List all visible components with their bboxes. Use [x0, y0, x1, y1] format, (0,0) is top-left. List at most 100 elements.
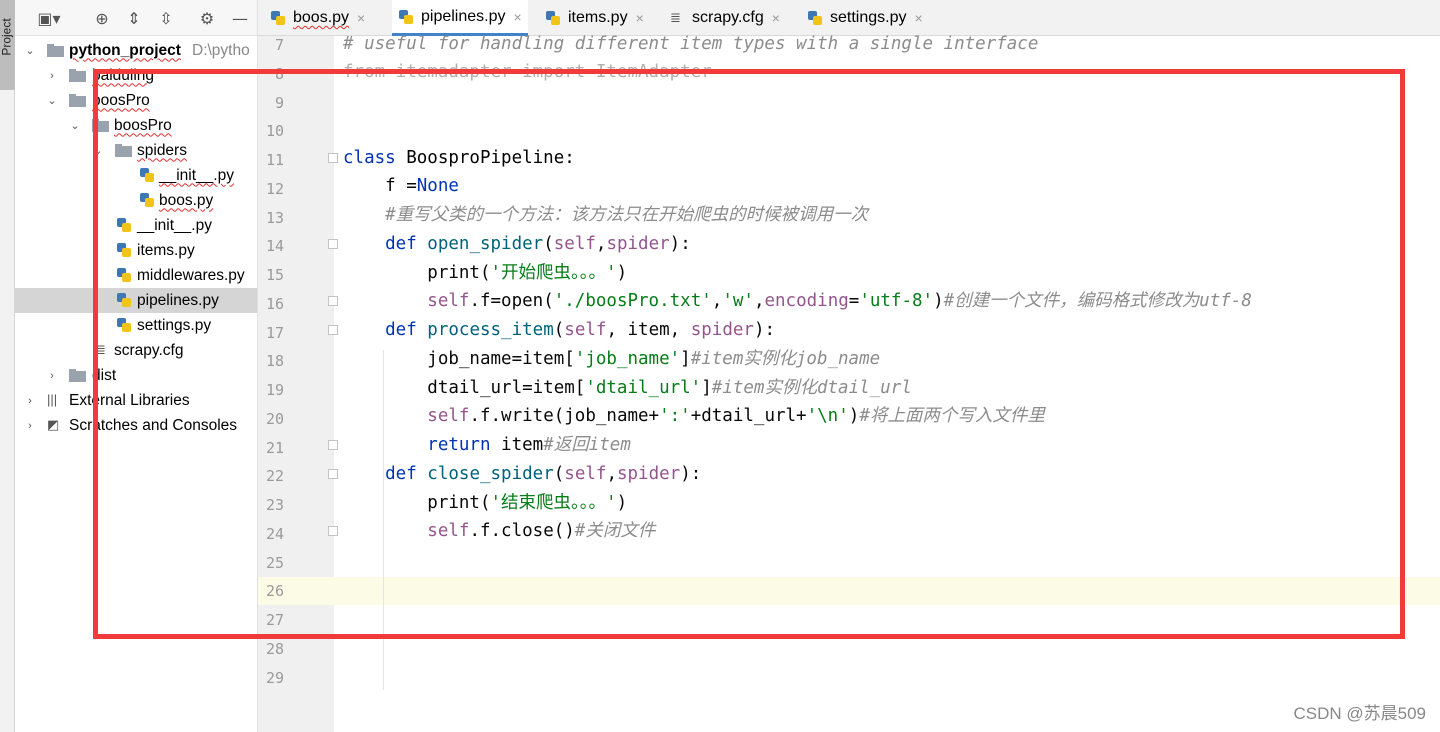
code-string: 'job_name' [574, 349, 681, 369]
tree-item-scratches[interactable]: › ◩ Scratches and Consoles [15, 413, 257, 438]
collapse-all-icon[interactable]: ⇳ [155, 8, 177, 28]
close-icon[interactable]: × [914, 10, 922, 26]
close-icon[interactable]: × [636, 10, 644, 26]
config-file-icon: ≣ [670, 10, 681, 25]
hide-icon[interactable]: — [229, 8, 251, 28]
code-function-name: open_spider [427, 234, 544, 254]
tab-label: boos.py [293, 9, 350, 26]
tree-item-middlewares[interactable]: middlewares.py [15, 263, 257, 288]
code-param: spider [690, 320, 754, 340]
chevron-down-icon[interactable]: ⌄ [45, 94, 59, 108]
code-text: ): [669, 234, 691, 254]
code-line-13: #重写父类的一个方法：该方法只在开始爬虫的时候被调用一次 [343, 201, 868, 229]
fold-marker-icon[interactable] [328, 325, 338, 335]
line-number: 9 [274, 93, 284, 112]
fold-marker-icon[interactable] [328, 153, 338, 163]
tree-item-label: middlewares.py [137, 266, 245, 284]
close-icon[interactable]: × [514, 9, 522, 25]
locate-icon[interactable]: ⊕ [91, 8, 113, 28]
tree-item-spiders[interactable]: ⌄ spiders [15, 138, 257, 163]
tree-item-label: Scratches and Consoles [69, 416, 238, 434]
tree-item-dist[interactable]: › dist [15, 363, 257, 388]
code-text: f = [343, 176, 417, 196]
tree-item-label: settings.py [137, 316, 212, 334]
python-file-icon [116, 242, 132, 258]
tab-label: pipelines.py [421, 7, 506, 25]
code-text: , item, [606, 320, 691, 340]
code-text: .f=open( [469, 291, 554, 311]
chevron-down-icon[interactable]: ⌄ [23, 44, 37, 58]
close-icon[interactable]: × [357, 10, 365, 26]
tree-item-boospro[interactable]: ⌄ boosPro [15, 88, 257, 113]
code-string: '结束爬虫。。。' [490, 493, 617, 513]
code-comment: #重写父类的一个方法：该方法只在开始爬虫的时候被调用一次 [343, 205, 869, 225]
code-text: ) [616, 263, 628, 283]
code-line-15: print('开始爬虫。。。') [343, 259, 627, 287]
code-comment: #item实例化job_name [690, 349, 881, 369]
fold-marker-icon[interactable] [328, 296, 338, 306]
python-file-icon [139, 192, 155, 208]
code-comment: # useful for handling different item typ… [343, 34, 1039, 54]
folder-icon [69, 94, 86, 107]
fold-marker-icon[interactable] [328, 526, 338, 536]
tree-item-spiders-init[interactable]: __init__.py [15, 163, 257, 188]
chevron-right-icon[interactable]: › [23, 394, 37, 408]
package-folder-icon [92, 119, 109, 132]
code-text: item [501, 435, 544, 455]
tree-item-label: scrapy.cfg [114, 341, 184, 359]
code-self: self [564, 320, 607, 340]
code-keyword: def [343, 464, 428, 484]
tree-item-settings[interactable]: settings.py [15, 313, 257, 338]
project-tool-tab[interactable]: Project [0, 0, 15, 90]
tree-item-label: python_project [69, 41, 181, 59]
tree-item-items[interactable]: items.py [15, 238, 257, 263]
close-icon[interactable]: × [772, 10, 780, 26]
chevron-down-icon[interactable]: ⌄ [91, 144, 105, 158]
code-text: ] [680, 349, 691, 369]
fold-marker-icon[interactable] [328, 239, 338, 249]
code-text: .f.close() [469, 521, 575, 541]
scratches-icon: ◩ [47, 417, 60, 432]
line-number: 11 [265, 151, 284, 169]
project-toolbar: ▣▾ ⊕ ⇕ ⇳ ⚙ — [15, 0, 257, 36]
chevron-right-icon[interactable]: › [23, 419, 37, 433]
code-comment: #关闭文件 [574, 521, 656, 541]
code-line-22: def close_spider(self,spider): [343, 460, 701, 488]
line-number: 27 [265, 611, 284, 629]
python-file-icon [807, 10, 823, 26]
code-comment: #item实例化dtail_url [711, 378, 912, 398]
code-line-19: dtail_url=item['dtail_url']#item实例化dtail… [343, 374, 912, 402]
tree-item-scrapy-cfg[interactable]: ≣ scrapy.cfg [15, 338, 257, 363]
tree-item-baiduling[interactable]: › baiduling [15, 63, 257, 88]
tree-item-boospro-package[interactable]: ⌄ boosPro [15, 113, 257, 138]
chevron-down-icon[interactable]: ⌄ [68, 119, 82, 133]
code-text: +dtail_url+ [690, 406, 807, 426]
line-number: 10 [265, 122, 284, 141]
chevron-right-icon[interactable]: › [45, 69, 59, 83]
chevron-right-icon[interactable]: › [45, 369, 59, 383]
tool-window-strip: Project [0, 0, 15, 732]
line-number: 25 [265, 553, 284, 572]
tree-item-label: boosPro [114, 116, 172, 134]
tree-item-pipelines[interactable]: pipelines.py [15, 288, 257, 313]
code-string: ':' [659, 406, 691, 426]
line-number: 21 [265, 438, 284, 457]
code-text: print( [343, 263, 491, 283]
fold-marker-icon[interactable] [328, 440, 338, 450]
code-line-14: def open_spider(self,spider): [343, 230, 691, 258]
tree-item-boos-py[interactable]: boos.py [15, 188, 257, 213]
fold-marker-icon[interactable] [328, 469, 338, 479]
project-path: D:\pytho [192, 41, 250, 59]
tree-item-python-project[interactable]: ⌄ python_project D:\pytho [15, 38, 257, 63]
tab-label: settings.py [830, 9, 907, 26]
line-number: 8 [274, 64, 284, 83]
view-selector-button[interactable]: ▣▾ [29, 8, 69, 28]
line-number: 15 [265, 266, 284, 284]
tree-item-init[interactable]: __init__.py [15, 213, 257, 238]
line-number: 22 [265, 467, 284, 486]
line-number: 20 [265, 409, 284, 428]
expand-all-icon[interactable]: ⇕ [123, 8, 145, 28]
tree-item-external-libraries[interactable]: › ||| External Libraries [15, 388, 257, 413]
code-string: 'utf-8' [859, 291, 934, 311]
gear-icon[interactable]: ⚙ [196, 8, 218, 28]
